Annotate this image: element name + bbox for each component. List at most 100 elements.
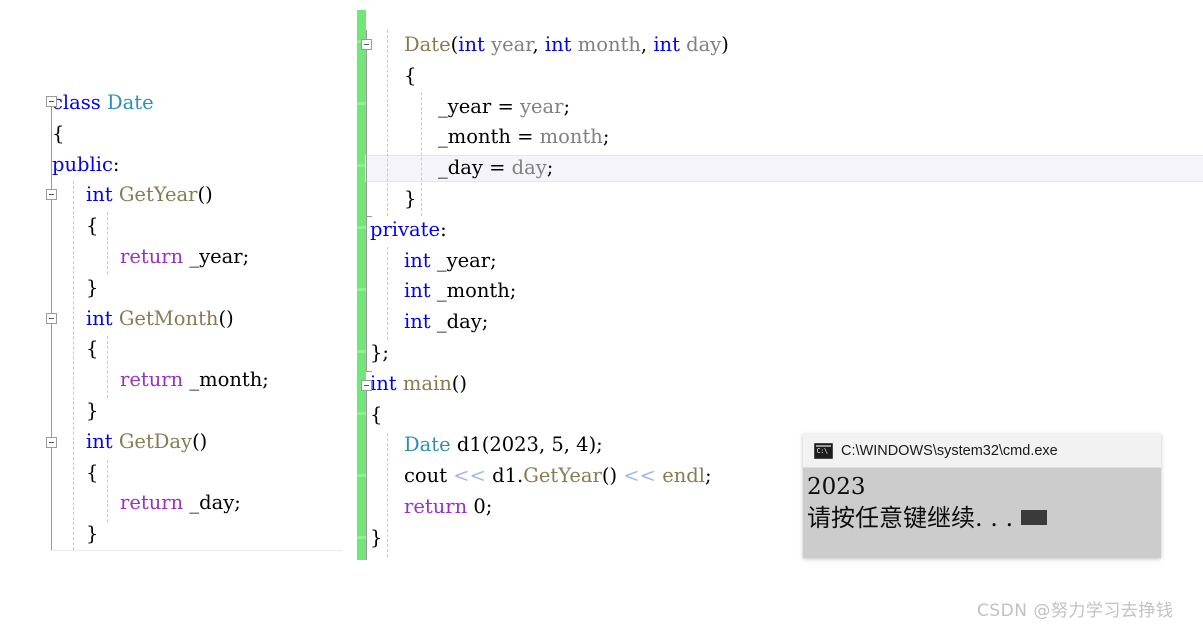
fold-toggle-main-icon[interactable] — [361, 380, 372, 391]
code-line[interactable]: private: — [370, 215, 1203, 246]
indent-guide — [421, 92, 422, 216]
console-prompt-text: 请按任意键继续. . . — [807, 504, 1014, 532]
code-line[interactable]: { — [370, 400, 1203, 431]
code-token: int — [86, 429, 119, 453]
left-code-editor[interactable]: class Date{public: int GetYear(){return _… — [46, 88, 344, 551]
code-token: _year; — [430, 248, 497, 272]
code-line[interactable]: { — [52, 119, 344, 150]
code-line[interactable]: } — [52, 396, 344, 427]
code-token: int — [544, 33, 578, 56]
code-token: d1(2023, 5, 4); — [450, 433, 603, 457]
code-token: int — [404, 248, 431, 272]
code-token: << — [453, 464, 486, 488]
code-token: { — [52, 121, 65, 145]
code-line[interactable]: int GetYear() — [52, 180, 344, 211]
outline-rail — [366, 385, 367, 560]
code-token: { — [86, 337, 99, 361]
code-token: () — [601, 464, 624, 488]
code-line[interactable]: return _year; — [52, 242, 344, 273]
code-token: _day = — [438, 156, 512, 180]
code-token: return — [120, 368, 184, 392]
code-token: return — [120, 491, 184, 515]
code-token: GetYear — [118, 183, 198, 207]
code-token: { — [86, 214, 99, 238]
code-token: return — [404, 494, 468, 518]
indent-guide — [387, 433, 388, 557]
indent-guide — [107, 212, 108, 274]
fold-toggle-ctor-icon[interactable] — [361, 39, 372, 50]
code-line[interactable]: int main() — [370, 369, 1203, 400]
fold-toggle-getyear-icon[interactable] — [46, 189, 57, 200]
code-token: int — [404, 279, 431, 303]
code-line[interactable]: _year = year; — [370, 92, 1203, 123]
fold-toggle-class-icon[interactable] — [46, 96, 57, 107]
indent-guide — [107, 336, 108, 398]
code-token: << — [623, 464, 656, 488]
code-token: Date — [404, 433, 451, 457]
code-line[interactable]: int _year; — [370, 246, 1203, 277]
code-token: day — [511, 156, 547, 180]
code-token: }; — [370, 340, 389, 364]
code-token: int — [653, 33, 687, 56]
code-line[interactable]: { — [52, 211, 344, 242]
console-output-line-2: 请按任意键继续. . . — [807, 503, 1161, 534]
code-line[interactable]: _day = day; — [365, 153, 1203, 184]
code-line[interactable]: { — [52, 334, 344, 365]
code-token: _month; — [430, 279, 517, 303]
code-token: } — [86, 522, 99, 546]
code-token: cout — [404, 464, 454, 488]
code-token: { — [370, 402, 383, 426]
outline-rail — [366, 216, 367, 371]
code-token: () — [218, 306, 234, 330]
indent-guide — [73, 181, 74, 550]
code-token: 0; — [467, 494, 493, 518]
code-line[interactable]: int _month; — [370, 276, 1203, 307]
code-token: year — [491, 33, 533, 56]
code-token: private — [370, 217, 441, 241]
code-line[interactable]: int GetDay() — [52, 427, 344, 458]
fold-toggle-getmonth-icon[interactable] — [46, 313, 57, 324]
code-token: _month; — [183, 368, 269, 392]
code-line[interactable]: } — [370, 184, 1203, 215]
code-line[interactable]: } — [52, 519, 344, 550]
console-output-line-1: 2023 — [807, 474, 866, 500]
code-line[interactable]: return _day; — [52, 488, 344, 519]
code-line[interactable]: } — [52, 273, 344, 304]
fold-toggle-getday-icon[interactable] — [46, 437, 57, 448]
code-token: month — [577, 33, 641, 56]
code-line[interactable]: Date(int year, int month, int day) — [370, 30, 1203, 61]
vs-change-tracking-bar — [357, 10, 366, 560]
code-token: GetYear — [523, 464, 602, 488]
code-line[interactable]: class Date — [52, 88, 344, 119]
code-token: : — [440, 217, 447, 241]
cmd-console-window[interactable]: C:\WINDOWS\system32\cmd.exe 2023 请按任意键继续… — [803, 434, 1161, 558]
code-line[interactable]: _month = month; — [370, 122, 1203, 153]
code-token: () — [197, 183, 213, 207]
code-token: } — [370, 525, 383, 549]
code-token: , — [640, 33, 654, 56]
code-token: main — [402, 371, 452, 395]
code-line[interactable]: { — [370, 61, 1203, 92]
code-token: : — [112, 152, 120, 176]
code-token: GetDay — [118, 429, 193, 453]
code-line[interactable]: int GetMonth() — [52, 304, 344, 335]
console-title-bar[interactable]: C:\WINDOWS\system32\cmd.exe — [803, 434, 1161, 468]
code-token: day — [686, 33, 722, 56]
cmd-terminal-icon — [814, 442, 833, 459]
code-token: public — [52, 152, 113, 176]
code-line[interactable]: int _day; — [370, 307, 1203, 338]
console-output-area: 2023 请按任意键继续. . . — [803, 468, 1161, 534]
code-line[interactable]: }; — [370, 338, 1203, 369]
code-line[interactable]: public: — [52, 150, 344, 181]
code-token: ) — [721, 33, 729, 56]
console-block-cursor — [1021, 510, 1048, 525]
code-line[interactable]: { — [52, 458, 344, 489]
code-token: { — [404, 63, 417, 87]
code-line[interactable]: return _month; — [52, 365, 344, 396]
code-token: { — [86, 460, 99, 484]
code-token: int — [86, 306, 119, 330]
indent-guide — [387, 247, 388, 340]
indent-guide — [387, 30, 388, 216]
code-token: ; — [563, 94, 571, 118]
code-token: _day; — [183, 491, 241, 515]
